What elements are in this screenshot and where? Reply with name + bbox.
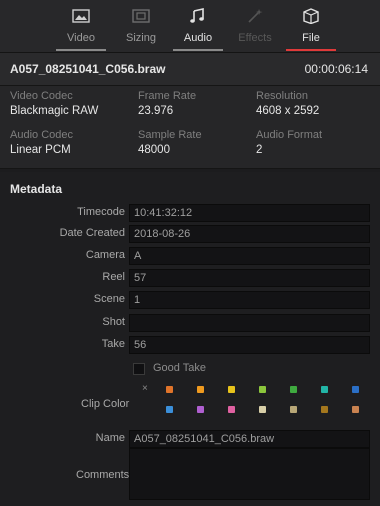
timecode-row: Timecode 10:41:32:12: [0, 204, 380, 222]
metadata-panel: Metadata Timecode 10:41:32:12 Date Creat…: [0, 172, 380, 506]
shot-field[interactable]: [129, 314, 370, 332]
tab-effects-label: Effects: [238, 32, 272, 44]
clip-color-swatch[interactable]: [290, 406, 297, 413]
audio-format-cell: Audio Format 2: [256, 129, 322, 156]
scene-value: 1: [134, 294, 141, 306]
scene-row: Scene 1: [0, 291, 380, 309]
good-take-checkbox[interactable]: [133, 363, 145, 375]
clip-color-swatch[interactable]: [290, 386, 297, 393]
inspector-tab-bar: Video Sizing Audio Effects File: [0, 0, 380, 53]
date-created-row: Date Created 2018-08-26: [0, 225, 380, 243]
sample-rate-label: Sample Rate: [138, 129, 202, 141]
name-label: Name: [95, 432, 125, 444]
tab-effects[interactable]: Effects: [224, 0, 286, 52]
tab-video-underline: [56, 49, 106, 51]
date-created-value: 2018-08-26: [134, 228, 191, 240]
tab-video[interactable]: Video: [50, 0, 112, 52]
clip-color-swatch[interactable]: [321, 406, 328, 413]
take-label: Take: [101, 338, 125, 350]
scene-label: Scene: [93, 293, 125, 305]
comments-field[interactable]: [129, 448, 370, 500]
video-icon: [72, 9, 90, 23]
tab-audio-label: Audio: [183, 32, 213, 44]
clip-color-swatch[interactable]: [228, 386, 235, 393]
take-row: Take 56: [0, 336, 380, 354]
video-codec-value: Blackmagic RAW: [10, 105, 99, 117]
audio-codec-label: Audio Codec: [10, 129, 73, 141]
tab-file-underline: [286, 49, 336, 51]
take-value: 56: [134, 339, 147, 351]
tab-video-label: Video: [67, 32, 95, 44]
clip-header: A057_08251041_C056.braw 00:00:06:14: [0, 53, 380, 86]
effects-icon: [248, 9, 263, 23]
reel-label: Reel: [102, 271, 125, 283]
shot-label: Shot: [102, 316, 125, 328]
metadata-title: Metadata: [10, 182, 63, 196]
audio-codec-cell: Audio Codec Linear PCM: [10, 129, 73, 156]
tab-sizing-label: Sizing: [126, 32, 156, 44]
sizing-icon: [132, 9, 150, 23]
resolution-value: 4608 x 2592: [256, 105, 320, 117]
audio-icon: [190, 8, 204, 23]
audio-codec-value: Linear PCM: [10, 144, 71, 156]
timecode-field[interactable]: 10:41:32:12: [129, 204, 370, 222]
reel-row: Reel 57: [0, 269, 380, 287]
timecode-label: Timecode: [77, 206, 125, 218]
tab-audio[interactable]: Audio: [167, 0, 229, 52]
name-row: Name A057_08251041_C056.braw: [0, 430, 380, 448]
clip-color-swatch[interactable]: [352, 386, 359, 393]
clip-color-swatch[interactable]: [197, 406, 204, 413]
sample-rate-cell: Sample Rate 48000: [138, 129, 202, 156]
video-codec-cell: Video Codec Blackmagic RAW: [10, 90, 98, 117]
date-created-label: Date Created: [59, 227, 125, 239]
clip-color-none-button[interactable]: ×: [142, 383, 148, 394]
clip-color-swatch[interactable]: [166, 386, 173, 393]
date-created-field[interactable]: 2018-08-26: [129, 225, 370, 243]
clip-color-swatch[interactable]: [259, 406, 266, 413]
clip-color-swatch[interactable]: [259, 386, 266, 393]
clip-color-label: Clip Color: [81, 398, 130, 410]
clip-name: A057_08251041_C056.braw: [10, 62, 166, 76]
camera-label: Camera: [85, 249, 125, 261]
frame-rate-cell: Frame Rate 23.976: [138, 90, 196, 117]
take-field[interactable]: 56: [129, 336, 370, 354]
audio-format-value: 2: [256, 144, 263, 156]
reel-field[interactable]: 57: [129, 269, 370, 287]
good-take-label: Good Take: [153, 362, 207, 374]
clip-color-swatch[interactable]: [321, 386, 328, 393]
clip-color-swatch[interactable]: [228, 406, 235, 413]
file-icon: [303, 8, 319, 24]
reel-value: 57: [134, 272, 147, 284]
name-field[interactable]: A057_08251041_C056.braw: [129, 430, 370, 448]
frame-rate-label: Frame Rate: [138, 90, 197, 102]
tab-audio-underline: [173, 49, 223, 51]
frame-rate-value: 23.976: [138, 105, 174, 117]
clip-color-swatch[interactable]: [352, 406, 359, 413]
clip-duration: 00:00:06:14: [304, 62, 368, 76]
clip-color-swatch[interactable]: [197, 386, 204, 393]
name-value: A057_08251041_C056.braw: [134, 433, 275, 445]
resolution-label: Resolution: [256, 90, 308, 102]
video-codec-label: Video Codec: [10, 90, 73, 102]
audio-format-label: Audio Format: [256, 129, 323, 141]
clip-color-swatch[interactable]: [166, 406, 173, 413]
shot-row: Shot: [0, 314, 380, 332]
resolution-cell: Resolution 4608 x 2592: [256, 90, 319, 117]
tab-sizing[interactable]: Sizing: [110, 0, 172, 52]
tab-file-label: File: [302, 32, 320, 44]
scene-field[interactable]: 1: [129, 291, 370, 309]
camera-row: Camera A: [0, 247, 380, 265]
file-info-panel: Video Codec Blackmagic RAW Frame Rate 23…: [0, 86, 380, 169]
camera-value: A: [134, 250, 142, 262]
tab-file[interactable]: File: [280, 0, 342, 52]
timecode-value: 10:41:32:12: [134, 207, 193, 219]
sample-rate-value: 48000: [138, 144, 170, 156]
comments-label: Comments: [76, 469, 130, 481]
camera-field[interactable]: A: [129, 247, 370, 265]
